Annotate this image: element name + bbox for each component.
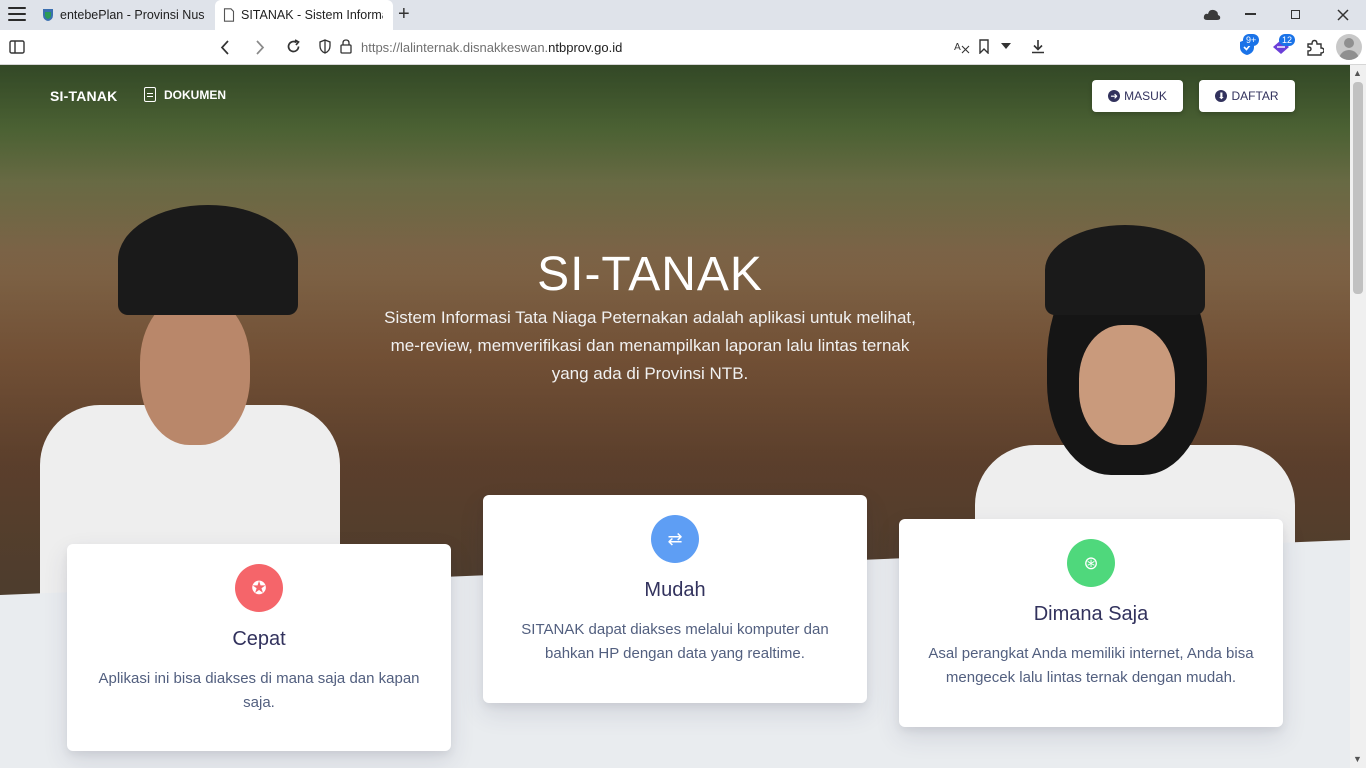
bookmark-icon[interactable] — [979, 39, 989, 54]
hero-title: SI-TANAK — [537, 248, 763, 302]
shield-emblem-icon — [43, 9, 53, 21]
card-title: Dimana Saja — [1033, 603, 1149, 625]
web-page: SI-TANAK DOKUMEN ➜ MASUK ⬇ DAFTAR SI-TAN… — [0, 65, 1350, 768]
masuk-label: MASUK — [1124, 89, 1167, 103]
browser-navbar: https://lalinternak.disnakkeswan.ntbprov… — [0, 30, 1366, 65]
tab-title: SITANAK - Sistem Informas — [241, 8, 383, 22]
shield-icon[interactable] — [319, 39, 331, 54]
scroll-up-icon[interactable]: ▲ — [1353, 68, 1362, 78]
repeat-icon: ⇄ — [651, 515, 699, 563]
fingerprint-icon: ⊛ — [1067, 539, 1115, 587]
document-icon — [144, 87, 156, 102]
dokumen-label: DOKUMEN — [164, 87, 226, 102]
cloud-icon[interactable] — [1203, 8, 1221, 21]
card-title: Mudah — [644, 579, 706, 601]
svg-text:A: A — [954, 42, 961, 53]
chevron-down-icon[interactable] — [1001, 43, 1011, 50]
profile-icon[interactable] — [1336, 34, 1362, 60]
tab-entebeplan[interactable]: entebePlan - Provinsi Nusa — [34, 0, 214, 30]
download-icon[interactable] — [1031, 39, 1045, 54]
daftar-button[interactable]: ⬇ DAFTAR — [1199, 80, 1295, 112]
translate-icon[interactable]: A — [954, 40, 970, 54]
card-description: Asal perangkat Anda memiliki internet, A… — [928, 645, 1254, 686]
address-bar[interactable]: https://lalinternak.disnakkeswan.ntbprov… — [361, 40, 622, 55]
back-icon[interactable] — [220, 40, 230, 55]
site-brand[interactable]: SI-TANAK — [50, 88, 117, 104]
sidebar-icon[interactable] — [9, 40, 25, 54]
scrollbar-thumb[interactable] — [1353, 82, 1363, 294]
page-icon — [223, 8, 235, 22]
extension-icon[interactable] — [1306, 39, 1324, 56]
url-prefix: https://lalinternak.disnakkeswan. — [361, 40, 549, 55]
tab-title: entebePlan - Provinsi Nusa — [60, 8, 204, 22]
site-navbar: SI-TANAK DOKUMEN ➜ MASUK ⬇ DAFTAR — [0, 65, 1350, 129]
arrow-circle-icon: ⬇ — [1215, 90, 1228, 102]
card-description: SITANAK dapat diakses melalui komputer d… — [521, 621, 829, 662]
menu-icon[interactable] — [8, 7, 26, 21]
masuk-button[interactable]: ➜ MASUK — [1092, 80, 1183, 112]
card-title: Cepat — [232, 628, 286, 650]
new-tab-button[interactable]: + — [398, 4, 410, 24]
shield-badge: 9+ — [1243, 34, 1260, 46]
close-icon[interactable] — [1337, 9, 1349, 21]
lock-icon[interactable] — [340, 39, 352, 54]
hero-description: Sistem Informasi Tata Niaga Peternakan a… — [384, 308, 916, 383]
award-icon: ✪ — [235, 564, 283, 612]
minimize-icon[interactable] — [1245, 13, 1256, 15]
tab-sitanak[interactable]: SITANAK - Sistem Informas — [215, 0, 393, 30]
scroll-down-icon[interactable]: ▼ — [1353, 754, 1362, 764]
feature-card-cepat: ✪ Cepat Aplikasi ini bisa diakses di man… — [67, 544, 451, 751]
ext-badge: 12 — [1279, 34, 1296, 46]
feature-card-mudah: ⇄ Mudah SITANAK dapat diakses melalui ko… — [483, 495, 867, 703]
daftar-label: DAFTAR — [1231, 89, 1279, 103]
restore-icon[interactable] — [1291, 10, 1300, 19]
forward-icon[interactable] — [255, 40, 265, 55]
dokumen-link[interactable]: DOKUMEN — [144, 87, 226, 102]
url-domain: ntbprov.go.id — [548, 40, 623, 55]
feature-card-dimana-saja: ⊛ Dimana Saja Asal perangkat Anda memili… — [899, 519, 1283, 727]
browser-tabbar: entebePlan - Provinsi Nusa SITANAK - Sis… — [0, 0, 1366, 30]
arrow-circle-icon: ➜ — [1108, 90, 1121, 102]
card-description: Aplikasi ini bisa diakses di mana saja d… — [98, 670, 420, 711]
reload-icon[interactable] — [286, 39, 301, 54]
